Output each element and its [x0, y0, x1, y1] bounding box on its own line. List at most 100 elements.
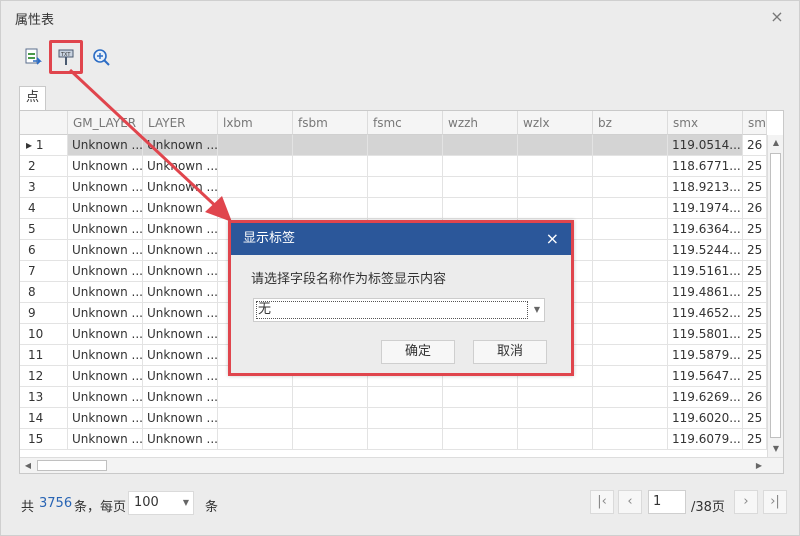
row-number[interactable]: 10	[20, 324, 68, 345]
table-cell[interactable]: Unknown ...	[143, 198, 218, 219]
row-number[interactable]: 11	[20, 345, 68, 366]
table-cell[interactable]: 25	[743, 303, 767, 324]
table-cell[interactable]	[293, 198, 368, 219]
table-cell[interactable]	[218, 135, 293, 156]
table-cell[interactable]	[518, 429, 593, 450]
table-cell[interactable]	[518, 177, 593, 198]
table-cell[interactable]	[368, 429, 443, 450]
table-cell[interactable]: 119.5647...	[668, 366, 743, 387]
table-cell[interactable]: Unknown ...	[68, 261, 143, 282]
prev-page-button[interactable]: ‹	[618, 490, 642, 514]
table-cell[interactable]	[593, 135, 668, 156]
table-cell[interactable]: 118.6771...	[668, 156, 743, 177]
row-number[interactable]: 8	[20, 282, 68, 303]
row-number[interactable]: 12	[20, 366, 68, 387]
table-cell[interactable]: 119.4861...	[668, 282, 743, 303]
tab-point[interactable]: 点	[19, 86, 46, 110]
zoom-to-button[interactable]	[87, 43, 115, 71]
table-cell[interactable]	[443, 408, 518, 429]
scroll-right-icon[interactable]: ▶	[751, 458, 767, 473]
table-cell[interactable]: Unknown ...	[68, 429, 143, 450]
table-cell[interactable]: 25	[743, 261, 767, 282]
table-cell[interactable]: Unknown ...	[143, 177, 218, 198]
table-cell[interactable]	[293, 429, 368, 450]
first-page-button[interactable]: |‹	[590, 490, 614, 514]
table-cell[interactable]: 26	[743, 198, 767, 219]
table-cell[interactable]	[518, 156, 593, 177]
table-cell[interactable]	[368, 135, 443, 156]
column-header[interactable]: bz	[593, 111, 668, 135]
table-cell[interactable]: Unknown ...	[143, 387, 218, 408]
table-cell[interactable]: 26	[743, 387, 767, 408]
table-cell[interactable]: 119.0514...	[668, 135, 743, 156]
table-cell[interactable]: Unknown ...	[143, 429, 218, 450]
table-cell[interactable]	[218, 387, 293, 408]
table-cell[interactable]: 119.6079...	[668, 429, 743, 450]
scroll-down-icon[interactable]: ▼	[768, 441, 783, 457]
table-cell[interactable]	[293, 135, 368, 156]
table-cell[interactable]: 119.6269...	[668, 387, 743, 408]
table-cell[interactable]: 119.5879...	[668, 345, 743, 366]
row-number[interactable]: 5	[20, 219, 68, 240]
dialog-close-icon[interactable]: ×	[546, 223, 559, 255]
table-cell[interactable]	[368, 156, 443, 177]
table-cell[interactable]	[443, 429, 518, 450]
table-cell[interactable]	[593, 345, 668, 366]
table-cell[interactable]: Unknown ...	[143, 135, 218, 156]
column-header[interactable]: wzzh	[443, 111, 518, 135]
table-cell[interactable]	[368, 387, 443, 408]
table-cell[interactable]	[218, 177, 293, 198]
table-cell[interactable]	[443, 198, 518, 219]
table-cell[interactable]: 25	[743, 429, 767, 450]
table-cell[interactable]	[593, 387, 668, 408]
row-number[interactable]: 9	[20, 303, 68, 324]
vertical-scrollbar[interactable]: ▲ ▼	[767, 135, 783, 457]
table-cell[interactable]	[518, 387, 593, 408]
scroll-thumb[interactable]	[770, 153, 781, 438]
table-cell[interactable]	[593, 261, 668, 282]
table-cell[interactable]: 119.5801...	[668, 324, 743, 345]
table-cell[interactable]	[218, 156, 293, 177]
row-number[interactable]: 6	[20, 240, 68, 261]
table-cell[interactable]	[593, 408, 668, 429]
table-cell[interactable]	[368, 408, 443, 429]
table-cell[interactable]	[593, 366, 668, 387]
row-number[interactable]: 3	[20, 177, 68, 198]
table-cell[interactable]: Unknown ...	[68, 219, 143, 240]
table-cell[interactable]: Unknown ...	[143, 240, 218, 261]
column-header[interactable]: wzlx	[518, 111, 593, 135]
table-cell[interactable]: Unknown ...	[68, 135, 143, 156]
table-cell[interactable]: 25	[743, 408, 767, 429]
column-header[interactable]	[20, 111, 68, 135]
table-cell[interactable]	[368, 177, 443, 198]
next-page-button[interactable]: ›	[734, 490, 758, 514]
table-cell[interactable]: Unknown ...	[68, 408, 143, 429]
table-cell[interactable]	[218, 198, 293, 219]
table-cell[interactable]: 25	[743, 177, 767, 198]
table-cell[interactable]	[518, 408, 593, 429]
scroll-up-icon[interactable]: ▲	[768, 135, 783, 151]
row-number[interactable]: 15	[20, 429, 68, 450]
table-cell[interactable]: 25	[743, 156, 767, 177]
table-cell[interactable]: 119.6020...	[668, 408, 743, 429]
table-cell[interactable]	[593, 198, 668, 219]
table-cell[interactable]	[593, 324, 668, 345]
row-number[interactable]: 2	[20, 156, 68, 177]
table-cell[interactable]: 119.4652...	[668, 303, 743, 324]
table-cell[interactable]	[368, 198, 443, 219]
table-cell[interactable]: 25	[743, 240, 767, 261]
table-cell[interactable]	[293, 387, 368, 408]
table-cell[interactable]	[443, 156, 518, 177]
table-cell[interactable]: Unknown ...	[143, 219, 218, 240]
table-cell[interactable]: 25	[743, 324, 767, 345]
table-cell[interactable]: 118.9213...	[668, 177, 743, 198]
table-cell[interactable]: Unknown ...	[68, 324, 143, 345]
table-cell[interactable]	[443, 177, 518, 198]
table-cell[interactable]: 25	[743, 282, 767, 303]
table-cell[interactable]: Unknown ...	[143, 261, 218, 282]
table-cell[interactable]	[593, 219, 668, 240]
table-cell[interactable]: Unknown ...	[143, 303, 218, 324]
column-header[interactable]: fsbm	[293, 111, 368, 135]
table-cell[interactable]	[218, 429, 293, 450]
table-cell[interactable]: Unknown ...	[68, 387, 143, 408]
